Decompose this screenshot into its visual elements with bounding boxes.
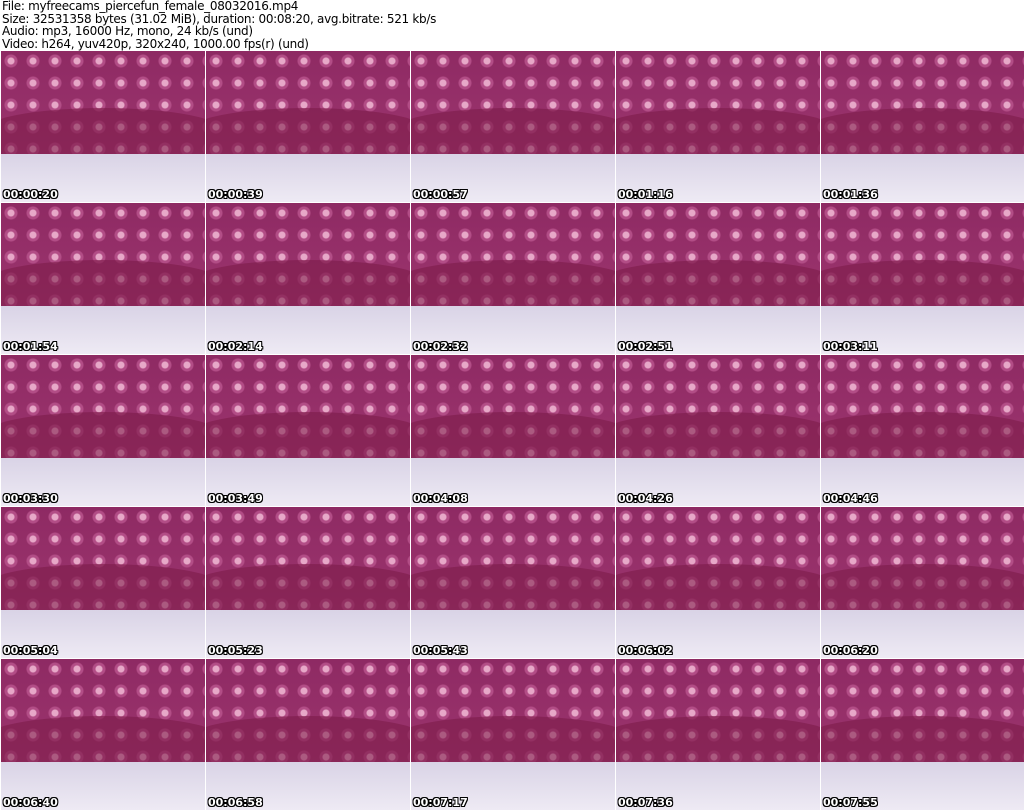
timestamp: 00:07:55	[823, 796, 878, 809]
video-thumbnail: 00:03:11	[821, 203, 1024, 354]
timestamp: 00:03:49	[208, 492, 263, 505]
timestamp: 00:06:02	[618, 644, 673, 657]
video-thumbnail: 00:01:54	[1, 203, 205, 354]
video-thumbnail: 00:02:32	[411, 203, 615, 354]
thumbnail-grid: 00:00:20 00:00:39 00:00:57 00:01:16 00:01:36…	[1, 51, 1024, 810]
video-thumbnail: 00:04:08	[411, 355, 615, 506]
timestamp: 00:05:04	[3, 644, 58, 657]
file-info-header: File: myfreecams_piercefun_female_080320…	[2, 0, 436, 50]
video-info: Video: h264, yuv420p, 320x240, 1000.00 f…	[2, 36, 309, 51]
video-thumbnail: 00:02:14	[206, 203, 410, 354]
timestamp: 00:01:36	[823, 188, 878, 201]
timestamp: 00:06:58	[208, 796, 263, 809]
video-thumbnail: 00:07:17	[411, 659, 615, 810]
timestamp: 00:01:16	[618, 188, 673, 201]
video-thumbnail: 00:00:57	[411, 51, 615, 202]
video-thumbnail: 00:04:26	[616, 355, 820, 506]
timestamp: 00:07:36	[618, 796, 673, 809]
video-thumbnail: 00:06:02	[616, 507, 820, 658]
video-thumbnail: 00:05:23	[206, 507, 410, 658]
timestamp: 00:02:51	[618, 340, 673, 353]
timestamp: 00:04:26	[618, 492, 673, 505]
timestamp: 00:06:40	[3, 796, 58, 809]
timestamp: 00:03:30	[3, 492, 58, 505]
audio-info: Audio: mp3, 16000 Hz, mono, 24 kb/s (und…	[2, 24, 253, 38]
timestamp: 00:00:57	[413, 188, 468, 201]
video-thumbnail: 00:06:58	[206, 659, 410, 810]
timestamp: 00:07:17	[413, 796, 468, 809]
video-thumbnail: 00:06:20	[821, 507, 1024, 658]
video-thumbnail: 00:03:30	[1, 355, 205, 506]
timestamp: 00:01:54	[3, 340, 58, 353]
timestamp: 00:06:20	[823, 644, 878, 657]
timestamp: 00:02:14	[208, 340, 263, 353]
video-thumbnail: 00:02:51	[616, 203, 820, 354]
video-thumbnail: 00:04:46	[821, 355, 1024, 506]
timestamp: 00:04:46	[823, 492, 878, 505]
video-thumbnail: 00:01:16	[616, 51, 820, 202]
file-name: File: myfreecams_piercefun_female_080320…	[2, 0, 299, 13]
video-thumbnail: 00:05:43	[411, 507, 615, 658]
video-thumbnail: 00:00:20	[1, 51, 205, 202]
video-thumbnail: 00:01:36	[821, 51, 1024, 202]
video-thumbnail: 00:06:40	[1, 659, 205, 810]
video-thumbnail: 00:00:39	[206, 51, 410, 202]
video-thumbnail: 00:07:55	[821, 659, 1024, 810]
timestamp: 00:00:20	[3, 188, 58, 201]
video-thumbnail: 00:07:36	[616, 659, 820, 810]
timestamp: 00:02:32	[413, 340, 468, 353]
timestamp: 00:00:39	[208, 188, 263, 201]
timestamp: 00:05:43	[413, 644, 468, 657]
timestamp: 00:03:11	[823, 340, 878, 353]
timestamp: 00:05:23	[208, 644, 263, 657]
video-thumbnail: 00:03:49	[206, 355, 410, 506]
video-thumbnail: 00:05:04	[1, 507, 205, 658]
timestamp: 00:04:08	[413, 492, 468, 505]
